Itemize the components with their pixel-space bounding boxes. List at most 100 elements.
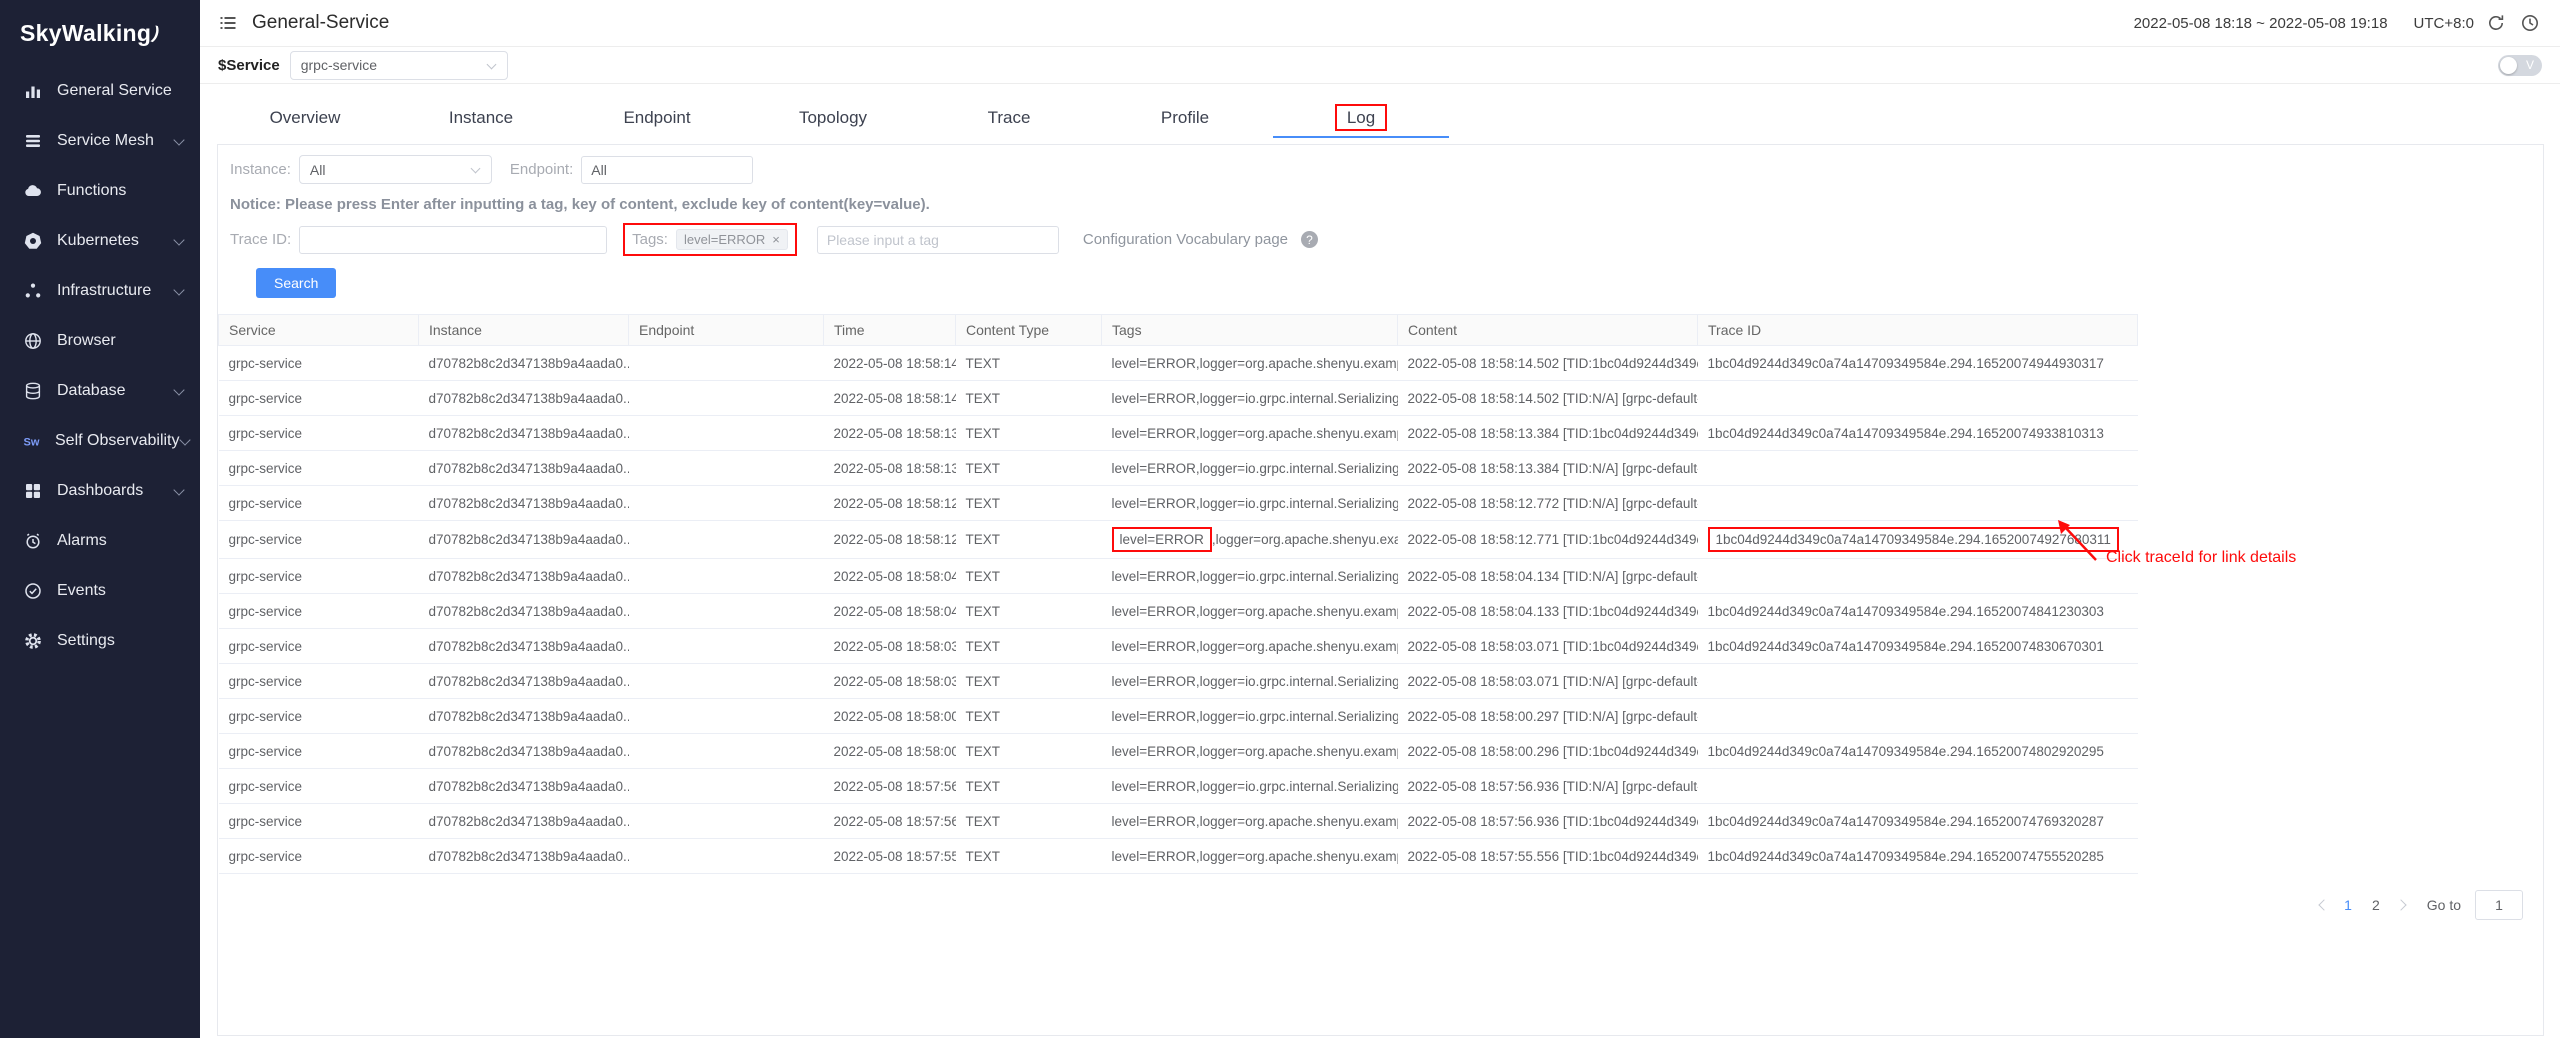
- table-row: grpc-serviced70782b8c2d347138b9a4aada0..…: [219, 381, 2138, 416]
- tags-filter-annotation-box: Tags: level=ERROR ×: [623, 223, 797, 256]
- cell-tags: level=ERROR,logger=org.apache.shenyu.exa…: [1102, 346, 1398, 381]
- sidebar-item-functions[interactable]: Functions: [0, 166, 200, 216]
- sidebar-item-dashboards[interactable]: Dashboards: [0, 466, 200, 516]
- tag-input[interactable]: [817, 226, 1059, 254]
- instance-filter-label: Instance:: [230, 161, 291, 178]
- cell-time: 2022-05-08 18:58:14: [824, 346, 956, 381]
- sidebar-item-events[interactable]: Events: [0, 566, 200, 616]
- list-icon[interactable]: [218, 12, 240, 34]
- table-row: grpc-serviced70782b8c2d347138b9a4aada0..…: [219, 629, 2138, 664]
- cell-tags: level=ERROR,logger=org.apache.shenyu.exa…: [1102, 629, 1398, 664]
- trace-id-highlight-box: 1bc04d9244d349c0a74a14709349584e.294.165…: [1708, 527, 2119, 552]
- sidebar: SkyWalking) General ServiceService MeshF…: [0, 0, 200, 1038]
- cell-endpoint: [629, 381, 824, 416]
- sidebar-item-browser[interactable]: Browser: [0, 316, 200, 366]
- table-row: grpc-serviced70782b8c2d347138b9a4aada0..…: [219, 804, 2138, 839]
- goto-page-input[interactable]: [2475, 890, 2523, 920]
- cell-content-type: TEXT: [956, 629, 1102, 664]
- cell-service: grpc-service: [219, 769, 419, 804]
- sidebar-item-settings[interactable]: Settings: [0, 616, 200, 666]
- cell-content-type: TEXT: [956, 699, 1102, 734]
- cell-trace-id[interactable]: 1bc04d9244d349c0a74a14709349584e.294.165…: [1698, 416, 2138, 451]
- tags-filter-label: Tags:: [632, 231, 668, 248]
- search-button[interactable]: Search: [256, 268, 336, 298]
- instance-select[interactable]: All: [299, 155, 492, 184]
- auto-refresh-toggle[interactable]: V: [2498, 55, 2542, 76]
- cell-trace-id[interactable]: 1bc04d9244d349c0a74a14709349584e.294.165…: [1698, 594, 2138, 629]
- cell-trace-id[interactable]: 1bc04d9244d349c0a74a14709349584e.294.165…: [1698, 629, 2138, 664]
- cell-content: 2022-05-08 18:57:55.556 [TID:1bc04d9244d…: [1398, 839, 1698, 874]
- page-button-2[interactable]: 2: [2369, 897, 2383, 913]
- cell-trace-id: [1698, 451, 2138, 486]
- time-range[interactable]: 2022-05-08 18:18 ~ 2022-05-08 19:18: [2134, 15, 2388, 32]
- tab-label: Profile: [1161, 108, 1209, 127]
- cell-instance: d70782b8c2d347138b9a4aada0...: [419, 346, 629, 381]
- chevron-down-icon: [488, 61, 497, 70]
- cell-time: 2022-05-08 18:58:03: [824, 629, 956, 664]
- service-select-value: grpc-service: [301, 57, 377, 73]
- tab-trace[interactable]: Trace: [921, 100, 1097, 138]
- cell-trace-id[interactable]: 1bc04d9244d349c0a74a14709349584e.294.165…: [1698, 521, 2138, 559]
- cell-content: 2022-05-08 18:58:14.502 [TID:1bc04d9244d…: [1398, 346, 1698, 381]
- cell-service: grpc-service: [219, 559, 419, 594]
- sidebar-nav: General ServiceService Mesh Functions Kube…: [0, 66, 200, 666]
- chevron-down-icon: [174, 286, 184, 296]
- cell-trace-id: [1698, 486, 2138, 521]
- tag-chip[interactable]: level=ERROR ×: [676, 229, 788, 250]
- cell-tags: level=ERROR,logger=org.apache.shenyu.exa…: [1102, 416, 1398, 451]
- sidebar-item-label: Infrastructure: [57, 282, 151, 300]
- tab-label: Instance: [449, 108, 513, 127]
- prev-page-icon[interactable]: [2317, 900, 2327, 910]
- cell-trace-id[interactable]: 1bc04d9244d349c0a74a14709349584e.294.165…: [1698, 804, 2138, 839]
- sidebar-item-service-mesh[interactable]: Service Mesh: [0, 116, 200, 166]
- vocabulary-link[interactable]: Configuration Vocabulary page: [1083, 231, 1288, 248]
- tab-profile[interactable]: Profile: [1097, 100, 1273, 138]
- tab-log[interactable]: Log: [1273, 100, 1449, 138]
- page-button-1[interactable]: 1: [2341, 897, 2355, 913]
- timezone-label[interactable]: UTC+8:0: [2414, 15, 2474, 32]
- service-bar: $Service grpc-service V: [200, 47, 2560, 84]
- log-table-body: grpc-serviced70782b8c2d347138b9a4aada0..…: [219, 346, 2138, 874]
- cell-time: 2022-05-08 18:58:13: [824, 416, 956, 451]
- cell-time: 2022-05-08 18:57:56: [824, 769, 956, 804]
- sidebar-item-general-service[interactable]: General Service: [0, 66, 200, 116]
- tag-remove-icon[interactable]: ×: [772, 232, 780, 247]
- tab-endpoint[interactable]: Endpoint: [569, 100, 745, 138]
- refresh-icon[interactable]: [2486, 12, 2508, 34]
- service-select[interactable]: grpc-service: [290, 51, 508, 80]
- help-icon[interactable]: ?: [1301, 231, 1318, 248]
- endpoint-input[interactable]: [581, 156, 753, 184]
- chevron-down-icon: [472, 165, 481, 174]
- clock-icon[interactable]: [2520, 12, 2542, 34]
- sidebar-item-kubernetes[interactable]: Kubernetes: [0, 216, 200, 266]
- cell-trace-id[interactable]: 1bc04d9244d349c0a74a14709349584e.294.165…: [1698, 346, 2138, 381]
- trace-id-input[interactable]: [299, 226, 607, 254]
- sidebar-item-label: Dashboards: [57, 482, 143, 500]
- app-root: SkyWalking) General ServiceService MeshF…: [0, 0, 2560, 1038]
- cell-trace-id[interactable]: 1bc04d9244d349c0a74a14709349584e.294.165…: [1698, 734, 2138, 769]
- cell-endpoint: [629, 664, 824, 699]
- tab-label: Overview: [270, 108, 341, 127]
- cell-endpoint: [629, 839, 824, 874]
- cell-instance: d70782b8c2d347138b9a4aada0...: [419, 699, 629, 734]
- table-row: grpc-serviced70782b8c2d347138b9a4aada0..…: [219, 559, 2138, 594]
- notice-text: Notice: Please press Enter after inputti…: [218, 184, 2543, 213]
- filter-row-2: Trace ID: Tags: level=ERROR × Configurat…: [218, 213, 2543, 256]
- cell-instance: d70782b8c2d347138b9a4aada0...: [419, 486, 629, 521]
- next-page-icon[interactable]: [2397, 900, 2407, 910]
- cell-content-type: TEXT: [956, 839, 1102, 874]
- tab-topology[interactable]: Topology: [745, 100, 921, 138]
- tab-overview[interactable]: Overview: [217, 100, 393, 138]
- sidebar-item-infrastructure[interactable]: Infrastructure: [0, 266, 200, 316]
- cell-content-type: TEXT: [956, 804, 1102, 839]
- sidebar-item-label: Events: [57, 582, 106, 600]
- tab-label: Topology: [799, 108, 867, 127]
- cell-trace-id[interactable]: 1bc04d9244d349c0a74a14709349584e.294.165…: [1698, 839, 2138, 874]
- sidebar-item-alarms[interactable]: Alarms: [0, 516, 200, 566]
- sidebar-item-label: Functions: [57, 182, 126, 200]
- cell-content: 2022-05-08 18:58:03.071 [TID:1bc04d9244d…: [1398, 629, 1698, 664]
- sidebar-item-self-observability[interactable]: SwSelf Observability: [0, 416, 200, 466]
- sidebar-item-database[interactable]: Database: [0, 366, 200, 416]
- cell-service: grpc-service: [219, 521, 419, 559]
- tab-instance[interactable]: Instance: [393, 100, 569, 138]
